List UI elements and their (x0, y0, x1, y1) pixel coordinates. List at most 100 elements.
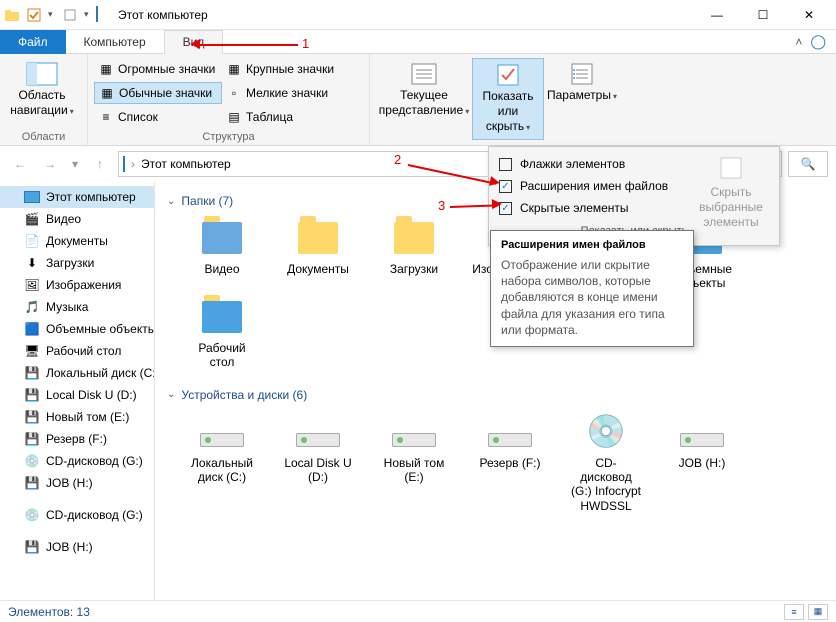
drive-icon: 💾 (24, 431, 40, 447)
list-icon: ≡ (98, 109, 114, 125)
tree-cd-g[interactable]: 💿CD-дисковод (G:) (0, 450, 154, 472)
tree-cd-g2[interactable]: 💿CD-дисковод (G:) (0, 504, 154, 526)
tree-drive-f[interactable]: 💾Резерв (F:) (0, 428, 154, 450)
show-hide-button[interactable]: Показать или скрыть▾ (472, 58, 544, 140)
properties-icon[interactable] (62, 7, 78, 23)
hide-selected-button[interactable]: Скрыть выбранные элементы (693, 155, 769, 230)
search-box[interactable]: 🔍 (788, 151, 828, 177)
drive-icon: 💾 (24, 387, 40, 403)
computer-icon (96, 7, 112, 23)
checkbox-icon[interactable] (26, 7, 42, 23)
drive-item[interactable]: Резерв (F:) (475, 412, 545, 514)
back-button[interactable]: ← (8, 152, 32, 176)
layout-huge[interactable]: ▦Огромные значки (94, 58, 222, 80)
tree-desktop[interactable]: 🖥Рабочий стол (0, 340, 154, 362)
tree-drive-e[interactable]: 💾Новый том (E:) (0, 406, 154, 428)
tree-documents[interactable]: 📄Документы (0, 230, 154, 252)
show-hide-icon (492, 63, 524, 87)
drive-item[interactable]: Локальный диск (C:) (187, 412, 257, 514)
drive-icon (198, 412, 246, 452)
titlebar: ▾ ▾ Этот компьютер — ☐ ✕ (0, 0, 836, 30)
tree-drive-c[interactable]: 💾Локальный диск (C:) (0, 362, 154, 384)
folder-item[interactable]: Рабочий стол (187, 297, 257, 370)
options-icon (566, 62, 598, 86)
computer-icon (123, 157, 125, 171)
minimize-button[interactable]: — (694, 0, 740, 30)
drive-item[interactable]: Local Disk U (D:) (283, 412, 353, 514)
tree-drive-h[interactable]: 💾JOB (H:) (0, 472, 154, 494)
qat-dropdown[interactable]: ▾ (84, 9, 92, 20)
tab-computer[interactable]: Компьютер (66, 30, 164, 54)
drive-icon: 💾 (24, 365, 40, 381)
drive-item[interactable]: Новый том (E:) (379, 412, 449, 514)
ribbon-tabs: Файл Компьютер Вид ˄ ◯ (0, 30, 836, 54)
folder-icon (198, 297, 246, 337)
tree-3d[interactable]: 🟦Объемные объекты (0, 318, 154, 340)
maximize-button[interactable]: ☐ (740, 0, 786, 30)
anno-arrowhead-3 (492, 199, 502, 209)
folder-item[interactable]: Документы (283, 218, 353, 291)
tree-downloads[interactable]: ⬇Загрузки (0, 252, 154, 274)
drive-item[interactable]: 💿CD-дисковод (G:) Infocrypt HWDSSL (571, 412, 641, 514)
tooltip-title: Расширения имен файлов (501, 239, 683, 251)
nav-tree[interactable]: Этот компьютер 🎬Видео 📄Документы ⬇Загруз… (0, 182, 155, 600)
drive-item[interactable]: JOB (H:) (667, 412, 737, 514)
nav-pane-button[interactable]: Область навигации▾ (6, 58, 78, 122)
huge-icons-icon: ▦ (98, 61, 114, 77)
collapse-ribbon-icon[interactable]: ˄ (795, 35, 802, 49)
folder-item[interactable]: Загрузки (379, 218, 449, 291)
drives-header[interactable]: ⌄Устройства и диски (6) (167, 388, 824, 402)
window-title: Этот компьютер (116, 8, 694, 22)
tree-drive-d[interactable]: 💾Local Disk U (D:) (0, 384, 154, 406)
anno-arrowhead-1 (190, 39, 200, 49)
nav-pane-icon (26, 62, 58, 86)
cd-icon: 💿 (582, 412, 630, 452)
folder-icon (4, 7, 20, 23)
forward-button[interactable]: → (38, 152, 62, 176)
search-icon: 🔍 (801, 157, 816, 171)
close-button[interactable]: ✕ (786, 0, 832, 30)
tab-file[interactable]: Файл (0, 30, 66, 54)
drives-grid: Локальный диск (C:) Local Disk U (D:) Но… (187, 412, 824, 514)
layout-table[interactable]: ▤Таблица (222, 106, 350, 128)
quick-access-toolbar: ▾ ▾ (4, 7, 92, 23)
current-view-icon (408, 62, 440, 86)
layout-list[interactable]: ≡Список (94, 106, 222, 128)
icons-view-icon[interactable]: ▦ (808, 604, 828, 620)
document-icon: 📄 (24, 233, 40, 249)
tree-pictures[interactable]: 🖼Изображения (0, 274, 154, 296)
details-view-icon[interactable]: ≡ (784, 604, 804, 620)
up-button[interactable]: ↑ (88, 152, 112, 176)
folder-icon (294, 218, 342, 258)
ribbon: Область навигации▾ Области ▦Огромные зна… (0, 54, 836, 146)
ribbon-group-layout: ▦Огромные значки ▦Крупные значки ▦Обычны… (88, 54, 370, 145)
recent-dropdown[interactable]: ▾ (68, 152, 82, 176)
tree-drive-h2[interactable]: 💾JOB (H:) (0, 536, 154, 558)
table-icon: ▤ (226, 109, 242, 125)
picture-icon: 🖼 (24, 277, 40, 293)
layout-normal[interactable]: ▦Обычные значки (94, 82, 222, 104)
drive-icon: 💾 (24, 409, 40, 425)
chevron-down-icon[interactable]: ▾ (48, 9, 56, 20)
layout-large[interactable]: ▦Крупные значки (222, 58, 350, 80)
small-icons-icon: ▫ (226, 85, 242, 101)
cube-icon: 🟦 (24, 321, 40, 337)
options-button[interactable]: Параметры▾ (544, 58, 620, 107)
tree-this-pc[interactable]: Этот компьютер (0, 186, 154, 208)
tree-videos[interactable]: 🎬Видео (0, 208, 154, 230)
drive-icon: 💾 (24, 475, 40, 491)
current-view-button[interactable]: Текущее представление▾ (376, 58, 472, 122)
checkbox-checked-icon: ✓ (499, 180, 512, 193)
chevron-down-icon: ⌄ (167, 389, 175, 400)
chevron-down-icon: ⌄ (167, 196, 175, 207)
anno-arrow-1 (198, 44, 298, 46)
folder-item[interactable]: Видео (187, 218, 257, 291)
tree-music[interactable]: 🎵Музыка (0, 296, 154, 318)
window-controls: — ☐ ✕ (694, 0, 832, 30)
help-icon[interactable]: ◯ (810, 33, 826, 50)
folder-icon (390, 218, 438, 258)
download-icon: ⬇ (24, 255, 40, 271)
layout-small[interactable]: ▫Мелкие значки (222, 82, 350, 104)
checkbox-icon (499, 158, 512, 171)
tooltip-body: Отображение или скрытие набора символов,… (501, 257, 683, 338)
